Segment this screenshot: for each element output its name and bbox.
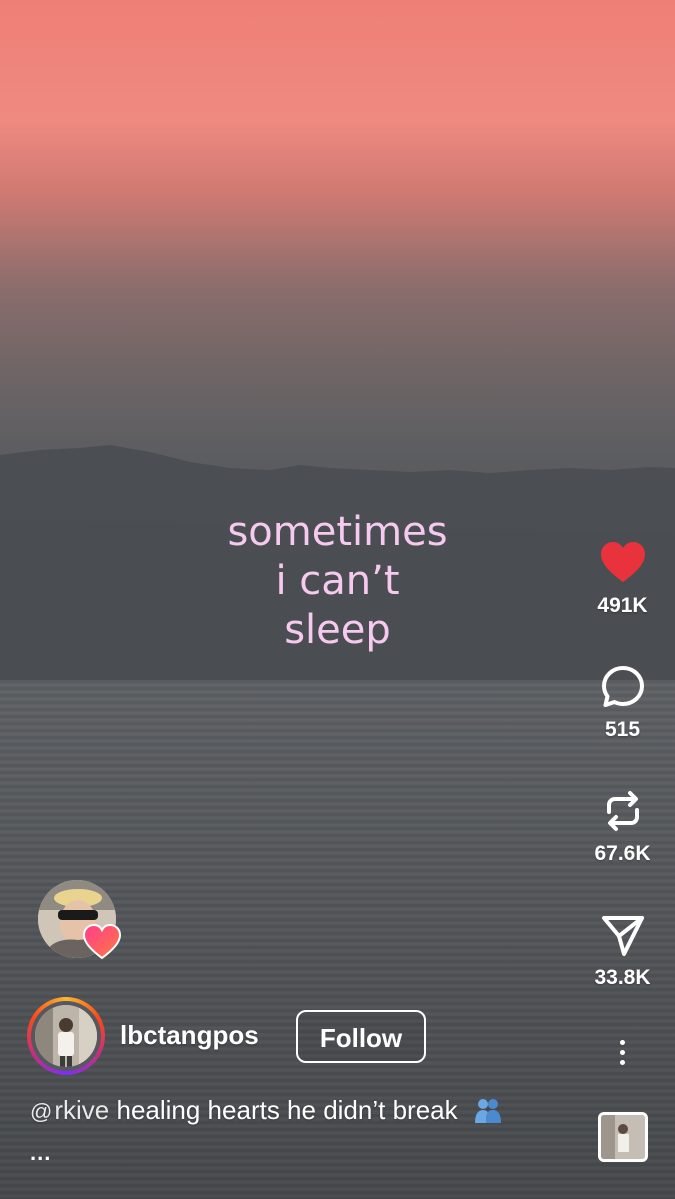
share-action[interactable]: 33.8K (580, 910, 665, 990)
threads-icon: @ (30, 1099, 53, 1124)
repost-count: 67.6K (594, 842, 651, 865)
reel-video[interactable]: sometimes i can’t sleep 491K 515 67.6K 3… (0, 0, 675, 1199)
overlay-line: sleep (284, 607, 391, 653)
share-icon[interactable] (598, 910, 648, 960)
like-count: 491K (597, 594, 648, 617)
share-count: 33.8K (594, 966, 651, 989)
overlay-line: sometimes (227, 509, 448, 555)
audio-thumbnail[interactable] (598, 1112, 648, 1162)
people-hugging-emoji (474, 1099, 501, 1123)
caption-text: healing hearts he didn’t break (116, 1095, 458, 1125)
heart-icon[interactable] (598, 538, 648, 588)
caption-more[interactable]: ... (30, 1140, 51, 1166)
mention-link[interactable]: @rkive (30, 1095, 109, 1125)
like-action[interactable]: 491K (580, 538, 665, 618)
follow-button[interactable]: Follow (296, 1010, 426, 1063)
author-avatar-image (35, 1005, 97, 1067)
comment-action[interactable]: 515 (580, 662, 665, 742)
more-options-icon[interactable] (617, 1040, 627, 1070)
video-text-overlay: sometimes i can’t sleep (150, 508, 525, 655)
repost-icon[interactable] (598, 786, 648, 836)
caption[interactable]: @rkive healing hearts he didn’t break (30, 1095, 503, 1126)
audio-thumbnail-image (601, 1115, 645, 1159)
mention-text: rkive (54, 1095, 110, 1125)
heart-badge-icon (82, 923, 122, 960)
repost-action[interactable]: 67.6K (580, 786, 665, 866)
comment-count: 515 (604, 718, 641, 741)
author-username[interactable]: lbctangpos (120, 1020, 259, 1051)
comment-icon[interactable] (598, 662, 648, 712)
author-avatar[interactable] (27, 997, 105, 1075)
overlay-line: i can’t (275, 558, 400, 604)
